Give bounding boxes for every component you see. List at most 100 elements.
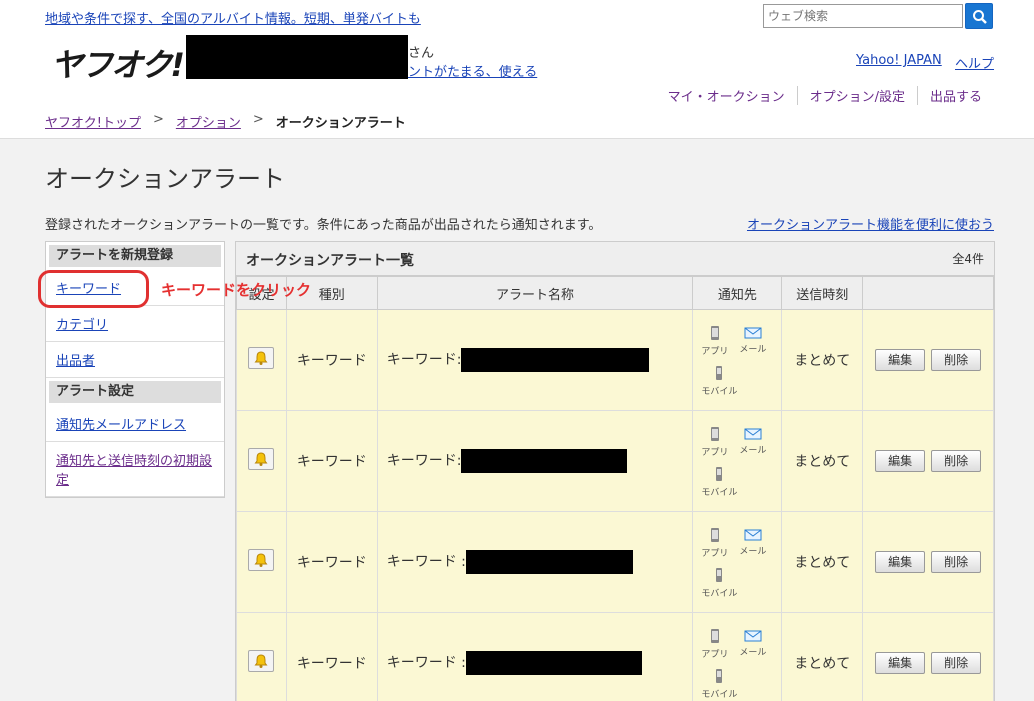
table-row: キーワード キーワード: アプリ メール モバイル まとめて 編集 削除 xyxy=(236,309,994,411)
main-content: オークションアラート 登録されたオークションアラートの一覧です。条件にあった商品… xyxy=(0,138,1034,701)
options-settings-link[interactable]: オプション/設定 xyxy=(796,86,917,105)
notify-mobile: モバイル xyxy=(701,466,737,498)
sell-link[interactable]: 出品する xyxy=(916,86,994,105)
mobile-phone-icon xyxy=(716,467,723,481)
alert-toggle-button[interactable] xyxy=(248,549,275,571)
sidebar-item-label: 出品者 xyxy=(56,354,96,369)
table-row: キーワード キーワード: アプリ メール モバイル まとめて 編集 削除 xyxy=(236,410,994,512)
help-link[interactable]: ヘルプ xyxy=(955,53,994,72)
delete-button[interactable]: 削除 xyxy=(931,450,982,472)
sidebar-item-category[interactable]: カテゴリ xyxy=(46,306,224,342)
column-header-name: アラート名称 xyxy=(376,276,694,310)
notify-mobile: モバイル xyxy=(701,567,737,599)
notify-app-label: アプリ xyxy=(701,448,729,458)
alert-name: キーワード: xyxy=(386,453,462,469)
alert-count: 全4件 xyxy=(952,252,984,266)
notify-mail: メール xyxy=(739,630,766,658)
search-icon xyxy=(973,10,987,24)
breadcrumb-option[interactable]: オプション xyxy=(176,112,241,131)
sub-navigation: マイ・オークション オプション/設定 出品する xyxy=(656,86,994,105)
sidebar-item-label: 通知先メールアドレス xyxy=(56,418,187,433)
mobile-phone-icon xyxy=(716,669,723,683)
alert-help-link[interactable]: オークションアラート機能を便利に使おう xyxy=(747,214,994,233)
column-header-notify: 通知先 xyxy=(692,276,783,310)
notify-mail: メール xyxy=(739,529,766,557)
bell-icon xyxy=(254,553,268,567)
breadcrumb: ヤフオク!トップ > オプション > オークションアラート xyxy=(45,112,406,131)
notify-app-label: アプリ xyxy=(701,650,729,660)
alert-toggle-button[interactable] xyxy=(248,347,275,369)
notify-mail-label: メール xyxy=(739,648,767,658)
alert-type: キーワード xyxy=(285,612,378,701)
mail-icon xyxy=(744,529,762,541)
mobile-phone-icon xyxy=(716,568,723,582)
sidebar-item-default-settings[interactable]: 通知先と送信時刻の初期設定 xyxy=(46,442,224,497)
notify-app-label: アプリ xyxy=(701,549,729,559)
smartphone-icon xyxy=(710,326,719,340)
notify-app: アプリ xyxy=(701,628,728,660)
redacted-username xyxy=(186,35,408,79)
redacted-keyword xyxy=(465,651,642,675)
notify-mail: メール xyxy=(739,428,766,456)
sidebar-section-new-alert: アラートを新規登録 xyxy=(49,245,221,267)
breadcrumb-top[interactable]: ヤフオク!トップ xyxy=(45,112,141,131)
delete-button[interactable]: 削除 xyxy=(931,349,982,371)
alert-toggle-button[interactable] xyxy=(248,448,275,470)
yafuoku-logo[interactable]: ヤフオク! xyxy=(51,40,185,86)
points-link[interactable]: ントがたまる、使える xyxy=(408,61,537,80)
alert-name: キーワード : xyxy=(386,554,466,570)
notify-mail: メール xyxy=(739,327,766,355)
alert-table: 設定 種別 アラート名称 通知先 送信時刻 キーワード キーワード: アプリ メ… xyxy=(236,276,994,701)
sidebar-section-alert-settings: アラート設定 xyxy=(49,381,221,403)
alert-type: キーワード xyxy=(285,511,378,613)
search-input[interactable] xyxy=(763,4,963,28)
smartphone-icon xyxy=(710,629,719,643)
edit-button[interactable]: 編集 xyxy=(875,551,926,573)
column-header-actions xyxy=(862,276,994,310)
delete-button[interactable]: 削除 xyxy=(931,551,982,573)
alert-name: キーワード: xyxy=(386,352,462,368)
breadcrumb-current: オークションアラート xyxy=(275,116,406,131)
edit-button[interactable]: 編集 xyxy=(875,450,926,472)
alert-list-title: オークションアラート一覧 xyxy=(246,253,414,269)
edit-button[interactable]: 編集 xyxy=(875,349,926,371)
mail-icon xyxy=(744,630,762,642)
table-header-row: 設定 種別 アラート名称 通知先 送信時刻 xyxy=(236,276,994,310)
sidebar-item-notify-email[interactable]: 通知先メールアドレス xyxy=(46,406,224,442)
mail-icon xyxy=(744,327,762,339)
notify-app: アプリ xyxy=(701,527,728,559)
search-button[interactable] xyxy=(965,3,993,29)
sidebar-item-label: 通知先と送信時刻の初期設定 xyxy=(56,454,213,488)
notify-targets: アプリ メール モバイル xyxy=(701,628,781,700)
sidebar-item-label: カテゴリ xyxy=(56,318,109,333)
sidebar-item-seller[interactable]: 出品者 xyxy=(46,342,224,378)
table-row: キーワード キーワード : アプリ メール モバイル まとめて 編集 削除 xyxy=(236,511,994,613)
notify-mobile-label: モバイル xyxy=(701,488,738,498)
alert-toggle-button[interactable] xyxy=(248,650,275,672)
breadcrumb-separator: > xyxy=(252,112,264,127)
redacted-keyword xyxy=(461,449,628,473)
alert-list-header: オークションアラート一覧 全4件 xyxy=(236,242,994,276)
bell-icon xyxy=(254,452,268,466)
yahoo-japan-link[interactable]: Yahoo! JAPAN xyxy=(856,53,942,68)
send-time: まとめて xyxy=(781,612,864,701)
alert-name: キーワード : xyxy=(386,655,466,671)
notify-app: アプリ xyxy=(701,426,728,458)
promo-link[interactable]: 地域や条件で探す、全国のアルバイト情報。短期、単発バイトも xyxy=(45,8,421,27)
send-time: まとめて xyxy=(781,309,864,411)
delete-button[interactable]: 削除 xyxy=(931,652,982,674)
column-header-send-time: 送信時刻 xyxy=(781,276,864,310)
notify-mobile-label: モバイル xyxy=(701,589,738,599)
alert-type: キーワード xyxy=(285,309,378,411)
user-suffix: さん xyxy=(408,46,435,61)
notify-mail-label: メール xyxy=(739,345,767,355)
notify-mobile-label: モバイル xyxy=(701,690,738,700)
breadcrumb-separator: > xyxy=(152,112,164,127)
my-auction-link[interactable]: マイ・オークション xyxy=(656,86,797,105)
edit-button[interactable]: 編集 xyxy=(875,652,926,674)
table-row: キーワード キーワード : アプリ メール モバイル まとめて 編集 削除 xyxy=(236,612,994,701)
mobile-phone-icon xyxy=(716,366,723,380)
smartphone-icon xyxy=(710,528,719,542)
notify-mobile: モバイル xyxy=(701,365,737,397)
notify-targets: アプリ メール モバイル xyxy=(701,527,781,599)
